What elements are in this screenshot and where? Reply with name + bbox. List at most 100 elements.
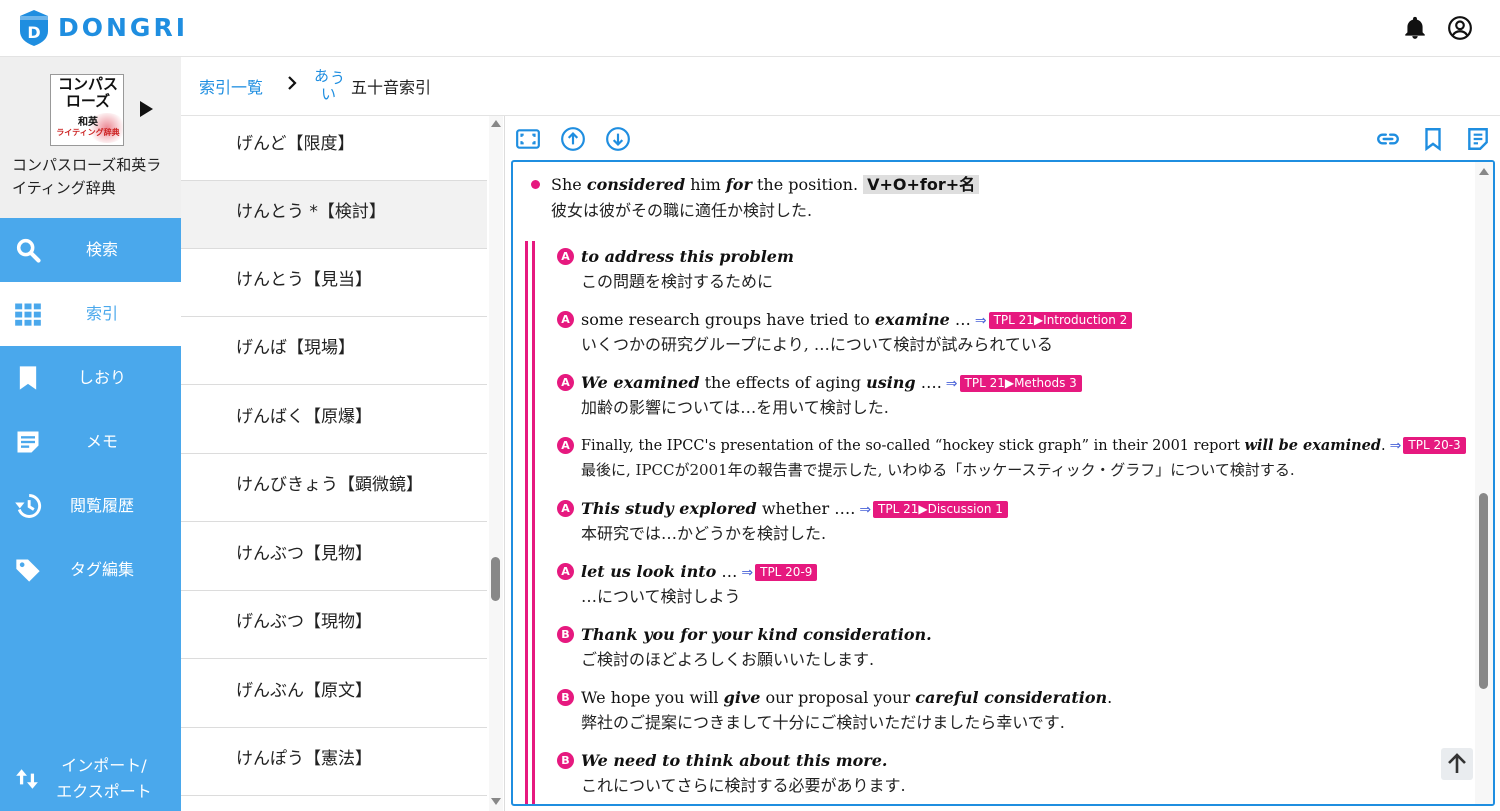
memo-outline-icon[interactable] [1465,126,1491,152]
sidebar: コンパス ローズ 和英 ライティング辞典 コンパスローズ和英ライティング辞典 検… [0,57,181,811]
example-japanese: 本研究では…かどうかを検討した. [581,524,827,543]
example-english: We hope you will give our proposal your … [581,688,1113,707]
example-japanese: この問題を検討するために [581,272,774,291]
scroll-thumb[interactable] [491,557,500,601]
tpl-link[interactable]: TPL 20-3 [1403,437,1466,454]
level-badge: A [557,248,574,265]
nav-tag-edit-label: タグ編集 [69,560,134,579]
index-list-item[interactable]: げんば【現場】 [181,317,487,385]
example-english: some research groups have tried to exami… [581,307,1133,334]
content-toolbar [505,116,1500,160]
index-list-item[interactable]: けんぶつ【見物】 [181,523,487,591]
book-cover-image: コンパス ローズ 和英 ライティング辞典 [50,74,124,146]
bell-icon[interactable] [1402,15,1428,41]
level-badge: B [557,689,574,706]
tpl-link[interactable]: TPL 21▶Introduction 2 [988,312,1133,329]
nav-import-export[interactable]: インポート/ エクスポート [0,747,181,811]
book-cover-sub2: ライティング辞典 [56,128,120,137]
bookmark-outline-icon[interactable] [1420,126,1446,152]
example-japanese: 弊社のご提案につきまして十分にご検討いただけましたら幸いです. [581,713,1065,732]
index-list-item[interactable]: げんど【限度】 [181,116,487,181]
bookmark-icon [19,366,37,390]
svg-text:D: D [27,23,40,42]
index-list: げんど【限度】 けんとう *【検討】 けんとう【見当】 げんば【現場】 げんばく… [181,116,505,811]
tpl-link[interactable]: TPL 20-9 [755,564,818,581]
nav-tag-edit[interactable]: タグ編集 [0,538,181,602]
arrow-down-circle-icon[interactable] [605,126,631,152]
history-icon [15,494,42,518]
arrow-right-icon: ⇒ [974,313,987,329]
bullet-icon [531,180,540,189]
arrow-up-circle-icon[interactable] [560,126,586,152]
svg-text:い: い [321,85,336,102]
tpl-link[interactable]: TPL 21▶Discussion 1 [873,501,1008,518]
index-list-item[interactable]: けんとう【見当】 [181,249,487,317]
app-logo[interactable]: D DONGRI [18,9,188,47]
example-english: let us look into … ⇒ TPL 20-9 [581,559,818,586]
example-japanese: ご検討のほどよろしくお願いいたします. [581,650,875,669]
tag-icon [16,559,40,582]
level-badge: B [557,626,574,643]
scroll-to-top-button[interactable] [1441,748,1473,780]
svg-text:あ: あ [314,67,329,85]
current-book[interactable]: コンパス ローズ 和英 ライティング辞典 コンパスローズ和英ライティング辞典 [0,57,181,218]
nav-index[interactable]: 索引 [0,282,181,346]
level-badge: A [557,500,574,517]
index-list-item[interactable]: けんびきょう【顕微鏡】 [181,454,487,522]
book-cover-sub1: 和英 [78,117,98,128]
account-icon[interactable] [1447,15,1473,41]
arrow-right-icon: ⇒ [945,376,958,392]
example-japanese: 最後に, IPCCが2001年の報告書で提示した, いわゆる「ホッケースティック… [581,461,1295,479]
example-japanese: これについてさらに検討する必要があります. [581,776,906,795]
example-english: Thank you for your kind consideration. [581,625,932,644]
grid-icon [15,303,41,326]
level-badge: A [557,563,574,580]
scroll-up-arrow-icon[interactable] [1479,168,1489,175]
pattern-badge: V+O+for+名 [863,175,980,194]
nav-search-label: 検索 [85,240,118,259]
index-list-scrollbar[interactable] [489,116,503,811]
content-scrollbar[interactable] [1475,162,1493,804]
aiu-icon: あ う い [314,67,345,102]
index-list-item[interactable]: けんとう *【検討】 [181,181,487,249]
nav-history[interactable]: 閲覧履歴 [0,474,181,538]
top-header: D DONGRI [0,0,1500,57]
collocation-block-marker [525,241,535,804]
tpl-link[interactable]: TPL 21▶Methods 3 [959,375,1082,392]
example-english: This study explored whether …. ⇒ TPL 21▶Di… [581,496,1008,523]
level-badge: A [557,437,574,454]
nav-memo-label: メモ [85,432,118,451]
scroll-up-arrow-icon[interactable] [491,120,501,127]
nav-history-label: 閲覧履歴 [69,496,134,515]
index-list-item[interactable]: げんぶつ【現物】 [181,591,487,659]
nav-search[interactable]: 検索 [0,218,181,282]
example-english: to address this problem [581,247,794,266]
scroll-thumb[interactable] [1479,493,1488,689]
memo-icon [17,431,39,453]
play-arrow-icon[interactable] [140,101,153,117]
book-cover-title: コンパス ローズ [57,75,118,110]
swap-vertical-icon [16,769,38,789]
arrow-up-icon [1448,753,1466,773]
index-list-item[interactable]: げんばく【原爆】 [181,386,487,454]
level-badge: B [557,752,574,769]
link-icon[interactable] [1375,126,1401,152]
arrow-right-icon: ⇒ [1389,438,1402,454]
nav-bookmarks[interactable]: しおり [0,346,181,410]
arrow-right-icon: ⇒ [741,565,754,581]
search-icon [16,238,41,263]
book-title: コンパスローズ和英ライティング辞典 [12,156,162,197]
chevron-right-icon [288,76,297,90]
example-japanese: いくつかの研究グループにより, …について検討が試みられている [581,335,1053,354]
example-english: She considered him for the position. V+O… [551,172,980,198]
app-name: DONGRI [58,13,188,42]
scroll-down-arrow-icon[interactable] [491,798,501,805]
nav-bookmarks-label: しおり [77,368,126,387]
fullscreen-icon[interactable] [515,126,541,152]
index-list-item[interactable]: げんぶん【原文】 [181,660,487,728]
index-list-item[interactable]: けんぽう【憲法】 [181,728,487,796]
nav-index-label: 索引 [85,304,118,323]
nav-memo[interactable]: メモ [0,410,181,474]
breadcrumb-index-list-link[interactable]: 索引一覧 [199,74,263,98]
breadcrumb: 索引一覧 あ う い 五十音索引 [181,57,1500,116]
